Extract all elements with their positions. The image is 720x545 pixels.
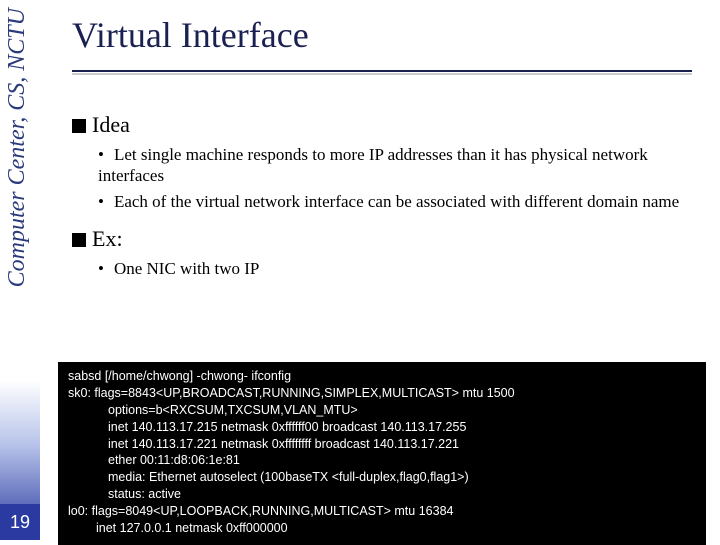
terminal-line: inet 127.0.0.1 netmask 0xff000000: [96, 520, 696, 537]
terminal-line: options=b<RXCSUM,TXCSUM,VLAN_MTU>: [108, 402, 696, 419]
terminal-line: inet 140.113.17.221 netmask 0xffffffff b…: [108, 436, 696, 453]
terminal-line: ether 00:11:d8:06:1e:81: [108, 452, 696, 469]
terminal-line: inet 140.113.17.215 netmask 0xffffff00 b…: [108, 419, 696, 436]
title-rule: [72, 70, 692, 72]
terminal-line: sk0: flags=8843<UP,BROADCAST,RUNNING,SIM…: [68, 385, 696, 402]
bullet-text: One NIC with two IP: [114, 259, 259, 278]
section-heading-idea: Idea: [72, 112, 692, 138]
bullet-item: One NIC with two IP: [98, 258, 692, 279]
bullet-text: Each of the virtual network interface ca…: [114, 192, 679, 211]
title-rule-shadow: [72, 73, 692, 75]
terminal-line: sabsd [/home/chwong] -chwong- ifconfig: [68, 368, 696, 385]
terminal-output: sabsd [/home/chwong] -chwong- ifconfig s…: [58, 362, 706, 545]
square-bullet-icon: [72, 233, 86, 247]
heading-text: Idea: [92, 112, 130, 137]
page-number: 19: [0, 504, 40, 540]
slide-body: Idea Let single machine responds to more…: [72, 112, 692, 283]
terminal-line: lo0: flags=8049<UP,LOOPBACK,RUNNING,MULT…: [68, 503, 696, 520]
bullet-item: Let single machine responds to more IP a…: [98, 144, 692, 187]
heading-text: Ex:: [92, 226, 123, 251]
bullet-text: Let single machine responds to more IP a…: [98, 145, 648, 185]
terminal-line: status: active: [108, 486, 696, 503]
square-bullet-icon: [72, 119, 86, 133]
terminal-line: media: Ethernet autoselect (100baseTX <f…: [108, 469, 696, 486]
section-heading-ex: Ex:: [72, 226, 692, 252]
sidebar-org-label: Computer Center, CS, NCTU: [4, 8, 31, 287]
bullet-item: Each of the virtual network interface ca…: [98, 191, 692, 212]
slide-title: Virtual Interface: [72, 14, 309, 56]
